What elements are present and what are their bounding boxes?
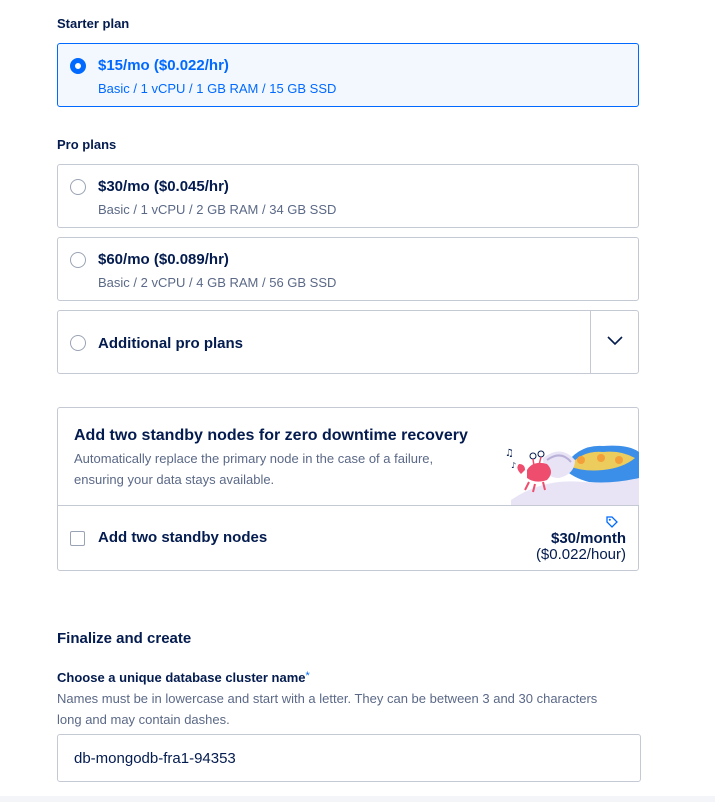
standby-description-line1: Automatically replace the primary node i… xyxy=(74,451,434,466)
hermit-crab-illustration: ♫ ♪ xyxy=(505,445,639,505)
standby-checkbox-label: Add two standby nodes xyxy=(98,529,268,546)
plan-specs: Basic / 1 vCPU / 1 GB RAM / 15 GB SSD xyxy=(98,81,337,96)
page-bottom-edge xyxy=(0,796,715,802)
cluster-name-label-text: Choose a unique database cluster name xyxy=(57,670,306,685)
plan-option-pro-30[interactable]: $30/mo ($0.045/hr) Basic / 1 vCPU / 2 GB… xyxy=(57,164,639,228)
cluster-name-input[interactable] xyxy=(57,734,641,782)
plan-option-starter[interactable]: $15/mo ($0.022/hr) Basic / 1 vCPU / 1 GB… xyxy=(57,43,639,107)
plan-specs: Basic / 2 vCPU / 4 GB RAM / 56 GB SSD xyxy=(98,275,337,290)
plan-price: $60/mo ($0.089/hr) xyxy=(98,251,229,268)
standby-nodes-card: Add two standby nodes for zero downtime … xyxy=(57,407,639,571)
radio-selected[interactable] xyxy=(70,58,86,74)
plan-option-pro-60[interactable]: $60/mo ($0.089/hr) Basic / 2 vCPU / 4 GB… xyxy=(57,237,639,301)
chevron-down-icon xyxy=(607,336,623,346)
plan-price: $30/mo ($0.045/hr) xyxy=(98,178,229,195)
svg-text:♫: ♫ xyxy=(505,448,514,459)
radio-unselected[interactable] xyxy=(70,335,86,351)
standby-nodes-checkbox[interactable] xyxy=(70,531,85,546)
plan-specs: Basic / 1 vCPU / 2 GB RAM / 34 GB SSD xyxy=(98,202,337,217)
price-tag-icon xyxy=(606,516,618,528)
cluster-name-label: Choose a unique database cluster name* xyxy=(57,670,310,685)
standby-divider xyxy=(58,505,638,506)
cluster-name-help-line2: long and may contain dashes. xyxy=(57,712,230,727)
cluster-name-help-line1: Names must be in lowercase and start wit… xyxy=(57,691,598,706)
dropdown-toggle-button[interactable] xyxy=(591,311,639,373)
standby-title: Add two standby nodes for zero downtime … xyxy=(74,427,468,444)
pro-plans-label: Pro plans xyxy=(57,137,117,152)
radio-unselected[interactable] xyxy=(70,179,86,195)
additional-pro-plans-dropdown[interactable]: Additional pro plans xyxy=(57,310,639,374)
radio-unselected[interactable] xyxy=(70,252,86,268)
svg-text:♪: ♪ xyxy=(511,461,516,470)
required-asterisk: * xyxy=(305,670,310,682)
standby-price-month: $30/month xyxy=(550,530,626,547)
additional-pro-plans-label: Additional pro plans xyxy=(98,335,243,352)
starter-plan-label: Starter plan xyxy=(57,16,130,31)
standby-price-hour: ($0.022/hour) xyxy=(535,546,626,563)
standby-description-line2: ensuring your data stays available. xyxy=(74,472,275,487)
finalize-heading: Finalize and create xyxy=(57,630,192,647)
plan-price: $15/mo ($0.022/hr) xyxy=(98,57,229,74)
